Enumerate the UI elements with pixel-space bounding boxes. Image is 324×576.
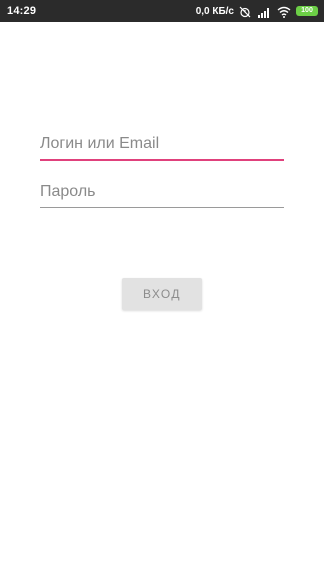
login-field-underline [40,159,284,161]
status-time: 14:29 [7,5,37,17]
login-field-wrapper [40,133,284,161]
login-screen: 14:29 0,0 КБ/с 100 Логин или Email ВХОД [0,0,324,576]
password-field-wrapper [40,181,284,208]
password-input[interactable] [40,181,284,203]
battery-icon: 100 [296,6,318,16]
wifi-icon [277,5,291,18]
status-bar: 14:29 0,0 КБ/с 100 [0,0,324,22]
signal-icon [258,5,272,18]
alarm-off-icon [239,5,253,18]
status-indicators: 0,0 КБ/с 100 [196,0,318,22]
login-button[interactable]: ВХОД [122,278,202,310]
password-field-underline [40,207,284,208]
network-speed: 0,0 КБ/с [195,5,234,17]
login-input[interactable] [40,133,284,155]
